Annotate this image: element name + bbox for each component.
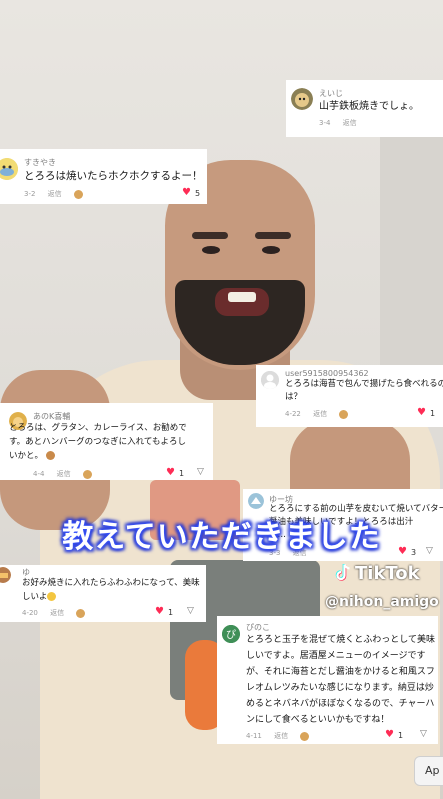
avatar[interactable]	[0, 158, 18, 180]
comment-date: 3-4	[319, 119, 331, 127]
comment-text-line: お好み焼きに入れたらふわふわになって、美味	[22, 578, 200, 588]
comment-card-anok: あのK喜輔 とろろは、グラタン、カレーライス、お勧めで す。あとハンバーグのつな…	[0, 403, 213, 480]
avatar[interactable]: ぴ	[222, 625, 240, 643]
comment-date: 3-2	[24, 190, 36, 198]
dislike-icon[interactable]: ▽	[420, 729, 427, 739]
like-count: 1	[398, 731, 404, 740]
comment-text-line: す。あとハンバーグのつなぎに入れてもよろし	[9, 437, 186, 447]
dislike-icon[interactable]: ▽	[187, 606, 194, 616]
creator-liked-icon	[76, 608, 86, 618]
comment-text-line: とろろは海苔で包んで揚げたら食べれるの	[285, 379, 443, 389]
comment-text: とろろは焼いたらホクホクするよー！	[24, 170, 203, 182]
like-count: 1	[179, 469, 185, 478]
reply-button[interactable]: 返信	[343, 119, 357, 127]
reply-button[interactable]: 返信	[50, 609, 64, 617]
reply-button[interactable]: 返信	[57, 470, 71, 478]
avatar[interactable]	[261, 371, 279, 389]
comment-username[interactable]: えいじ	[319, 88, 343, 99]
comment-text-line: とろろは、グラタン、カレーライス、お勧めで	[9, 423, 187, 433]
comment-card-user591: user5915800954362 とろろは海苔で包んで揚げたら食べれるの は？…	[256, 365, 443, 427]
comment-date: 4-22	[285, 410, 301, 418]
comment-text-line: めるとネバネバがほぼなくなるので、チャーハ	[246, 699, 435, 709]
reply-button[interactable]: 返信	[313, 410, 327, 418]
avatar[interactable]	[248, 493, 264, 509]
comment-date: 4-4	[33, 470, 45, 478]
like-heart-icon[interactable]: ♥	[417, 408, 426, 418]
creator-liked-icon	[300, 731, 310, 741]
like-count: 1	[430, 409, 436, 418]
open-app-button[interactable]: Ap	[414, 756, 443, 786]
like-heart-icon[interactable]: ♥	[155, 607, 164, 617]
like-heart-icon[interactable]: ♥	[182, 188, 191, 198]
comment-text-line: ンにして食べるといいかもですね！	[246, 715, 390, 725]
creator-liked-icon	[73, 189, 83, 199]
comment-text-line: が、それに海苔とだし醤油をかけると和風スフ	[246, 667, 435, 677]
tiktok-note-icon	[335, 563, 351, 581]
comment-text-line: は？	[285, 392, 303, 402]
creator-liked-icon	[82, 469, 92, 479]
avatar[interactable]	[291, 88, 313, 110]
dislike-icon[interactable]: ▽	[197, 467, 204, 477]
like-count: 5	[195, 189, 201, 198]
like-count: 1	[168, 608, 174, 617]
svg-text:ぴ: ぴ	[226, 629, 236, 641]
creator-liked-icon	[339, 409, 349, 419]
comment-date: 4-11	[246, 732, 262, 740]
like-heart-icon[interactable]: ♥	[385, 730, 394, 740]
video-caption: 教えていただきました	[62, 519, 381, 555]
comment-username[interactable]: すきやき	[24, 157, 56, 168]
comment-username[interactable]: user5915800954362	[285, 369, 369, 378]
avatar[interactable]	[0, 567, 11, 583]
comment-date: 4-20	[22, 609, 38, 617]
comment-card-yu: ゆ お好み焼きに入れたらふわふわになって、美味 しいよ 4-20 返信 ♥ 1 …	[0, 565, 206, 622]
comment-text-line: しいですよ。居酒屋メニューのイメージです	[246, 651, 426, 661]
comment-text-line: いかと。	[9, 449, 55, 463]
comment-card-eiji: えいじ 山芋鉄板焼きでしょ。 3-4 返信	[286, 80, 443, 137]
tiktok-watermark: TikTok	[335, 563, 420, 584]
comment-text-line: レオムレツみたいな感じになります。納豆は炒	[246, 683, 434, 693]
like-heart-icon[interactable]: ♥	[166, 468, 175, 478]
comment-text-line: しいよ	[22, 590, 57, 604]
comment-text-line: とろろと玉子を混ぜて焼くとふわっとして美味	[246, 635, 436, 645]
comment-text: 山芋鉄板焼きでしょ。	[319, 101, 419, 112]
creator-handle[interactable]: @nihon_amigo	[325, 594, 439, 610]
reply-button[interactable]: 返信	[274, 732, 288, 740]
reply-button[interactable]: 返信	[48, 190, 62, 198]
comment-card-sukiyaki: すきやき とろろは焼いたらホクホクするよー！ 3-2 返信 ♥ 5	[0, 149, 207, 204]
comment-card-pinoko: ぴ ぴのこ とろろと玉子を混ぜて焼くとふわっとして美味 しいですよ。居酒屋メニュ…	[217, 616, 438, 744]
